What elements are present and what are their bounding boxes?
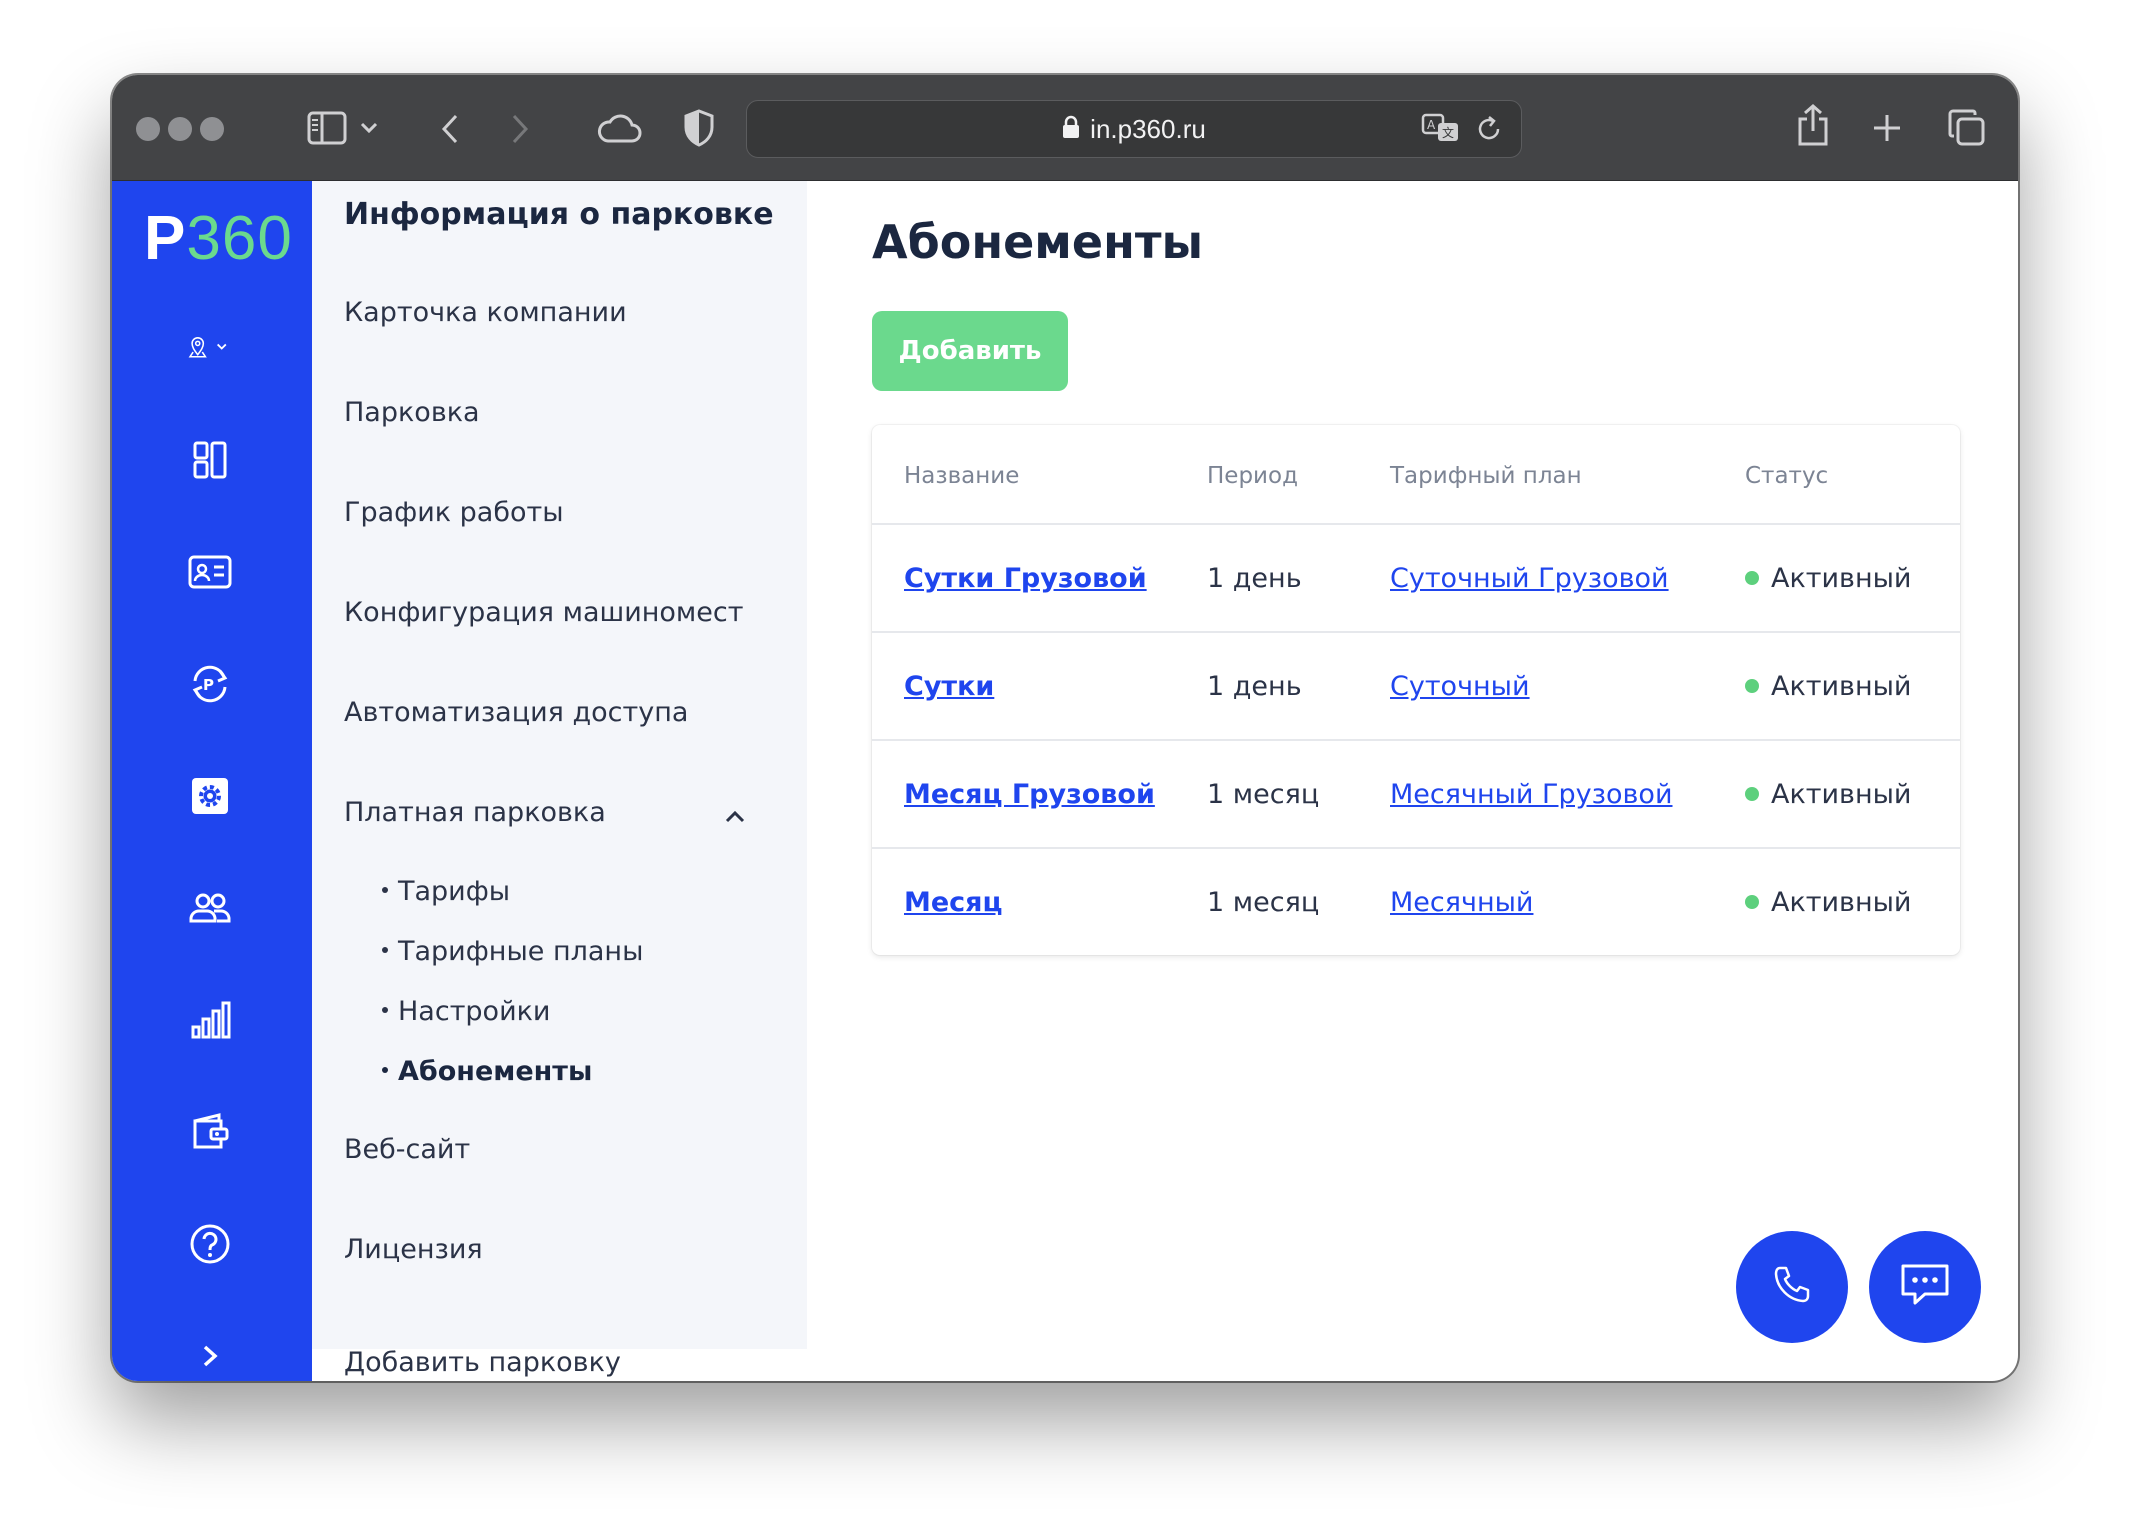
cloud-icon[interactable] xyxy=(596,113,642,145)
id-card-icon[interactable] xyxy=(187,549,233,595)
column-header-plan: Тарифный план xyxy=(1390,463,1582,489)
reload-icon[interactable] xyxy=(1475,115,1503,143)
tariff-plan-link[interactable]: Суточный xyxy=(1390,671,1530,702)
submenu-subitem-tariffs[interactable]: Тарифы xyxy=(382,876,510,907)
submenu-item-website[interactable]: Веб-сайт xyxy=(344,1134,470,1165)
minimize-window-button[interactable] xyxy=(168,117,192,141)
settings-submenu: Информация о парковке Карточка компании … xyxy=(312,181,807,1349)
chart-bars-icon[interactable] xyxy=(187,997,233,1043)
help-icon[interactable] xyxy=(187,1221,233,1267)
table-row: Сутки Грузовой 1 день Суточный Грузовой … xyxy=(872,523,1960,633)
translate-icon[interactable]: A文 xyxy=(1421,113,1461,143)
page-title: Абонементы xyxy=(872,215,1204,269)
chat-button[interactable] xyxy=(1869,1231,1981,1343)
status-badge: Активный xyxy=(1745,779,1911,810)
chevron-up-icon[interactable] xyxy=(724,809,746,828)
tariff-plan-link[interactable]: Месячный Грузовой xyxy=(1390,779,1673,810)
svg-text:P: P xyxy=(203,676,214,694)
dashboard-icon[interactable] xyxy=(187,437,233,483)
submenu-item-paid-parking[interactable]: Платная парковка xyxy=(344,797,606,828)
submenu-item-license[interactable]: Лицензия xyxy=(344,1234,483,1265)
subscription-name-link[interactable]: Месяц Грузовой xyxy=(904,779,1155,810)
status-badge: Активный xyxy=(1745,887,1911,918)
location-pin-icon[interactable] xyxy=(188,324,278,370)
submenu-title: Информация о парковке xyxy=(344,197,774,232)
table-row: Месяц Грузовой 1 месяц Месячный Грузовой… xyxy=(872,739,1960,849)
parking-sync-icon[interactable]: P xyxy=(187,661,233,707)
browser-toolbar: in.p360.ru A文 xyxy=(112,75,2018,181)
subscription-name-link[interactable]: Сутки xyxy=(904,671,994,702)
chevron-down-icon[interactable] xyxy=(360,122,378,134)
wallet-icon[interactable] xyxy=(187,1109,233,1155)
new-tab-icon[interactable] xyxy=(1872,113,1902,143)
svg-text:A: A xyxy=(1427,118,1436,132)
submenu-overflow: Добавить парковку xyxy=(312,1347,807,1381)
subitem-label: Абонементы xyxy=(398,1056,593,1087)
chat-icon xyxy=(1897,1260,1953,1314)
period-cell: 1 месяц xyxy=(1207,779,1320,810)
sidebar-toggle-icon[interactable] xyxy=(307,111,347,145)
period-cell: 1 день xyxy=(1207,671,1302,702)
close-window-button[interactable] xyxy=(136,117,160,141)
tariff-plan-link[interactable]: Месячный xyxy=(1390,887,1533,918)
logo-number: 360 xyxy=(186,204,293,273)
submenu-item-access-automation[interactable]: Автоматизация доступа xyxy=(344,697,688,728)
address-bar[interactable]: in.p360.ru A文 xyxy=(746,100,1522,158)
phone-icon xyxy=(1770,1263,1814,1311)
forward-icon[interactable] xyxy=(510,113,530,145)
submenu-subitem-subscriptions[interactable]: Абонементы xyxy=(382,1056,592,1087)
subitem-label: Тарифные планы xyxy=(398,936,644,967)
period-cell: 1 день xyxy=(1207,563,1302,594)
subscriptions-table: Название Период Тарифный план Статус Сут… xyxy=(872,425,1960,955)
submenu-item-add-parking[interactable]: Добавить парковку xyxy=(344,1347,621,1378)
chevron-right-icon[interactable] xyxy=(187,1333,233,1379)
url-text: in.p360.ru xyxy=(1090,113,1206,144)
app-logo[interactable]: P360 xyxy=(144,203,293,274)
submenu-subitem-tariff-plans[interactable]: Тарифные планы xyxy=(382,936,643,967)
submenu-item-company-card[interactable]: Карточка компании xyxy=(344,297,627,328)
logo-letter: P xyxy=(144,204,187,273)
svg-text:文: 文 xyxy=(1442,125,1454,140)
column-header-period: Период xyxy=(1207,463,1298,489)
settings-gear-icon[interactable] xyxy=(187,773,233,819)
subitem-label: Настройки xyxy=(398,996,551,1027)
submenu-item-schedule[interactable]: График работы xyxy=(344,497,564,528)
submenu-item-spaces-config[interactable]: Конфигурация машиномест xyxy=(344,597,743,628)
subscription-name-link[interactable]: Сутки Грузовой xyxy=(904,563,1147,594)
submenu-item-parking[interactable]: Парковка xyxy=(344,397,480,428)
tabs-overview-icon[interactable] xyxy=(1948,109,1986,147)
browser-window: in.p360.ru A文 P360 P Информация о парков… xyxy=(112,75,2018,1381)
period-cell: 1 месяц xyxy=(1207,887,1320,918)
app-nav-rail: P360 P xyxy=(112,181,312,1381)
users-icon[interactable] xyxy=(187,885,233,931)
status-badge: Активный xyxy=(1745,563,1911,594)
table-row: Сутки 1 день Суточный Активный xyxy=(872,631,1960,741)
share-icon[interactable] xyxy=(1796,103,1830,147)
column-header-status: Статус xyxy=(1745,463,1829,489)
table-row: Месяц 1 месяц Месячный Активный xyxy=(872,847,1960,955)
subscription-name-link[interactable]: Месяц xyxy=(904,887,1003,918)
call-button[interactable] xyxy=(1736,1231,1848,1343)
subitem-label: Тарифы xyxy=(398,876,511,907)
submenu-subitem-settings[interactable]: Настройки xyxy=(382,996,550,1027)
status-badge: Активный xyxy=(1745,671,1911,702)
add-button[interactable]: Добавить xyxy=(872,311,1068,391)
lock-icon xyxy=(1062,115,1080,143)
shield-icon[interactable] xyxy=(684,109,714,147)
tariff-plan-link[interactable]: Суточный Грузовой xyxy=(1390,563,1669,594)
back-icon[interactable] xyxy=(440,113,460,145)
column-header-name: Название xyxy=(904,463,1020,489)
zoom-window-button[interactable] xyxy=(200,117,224,141)
